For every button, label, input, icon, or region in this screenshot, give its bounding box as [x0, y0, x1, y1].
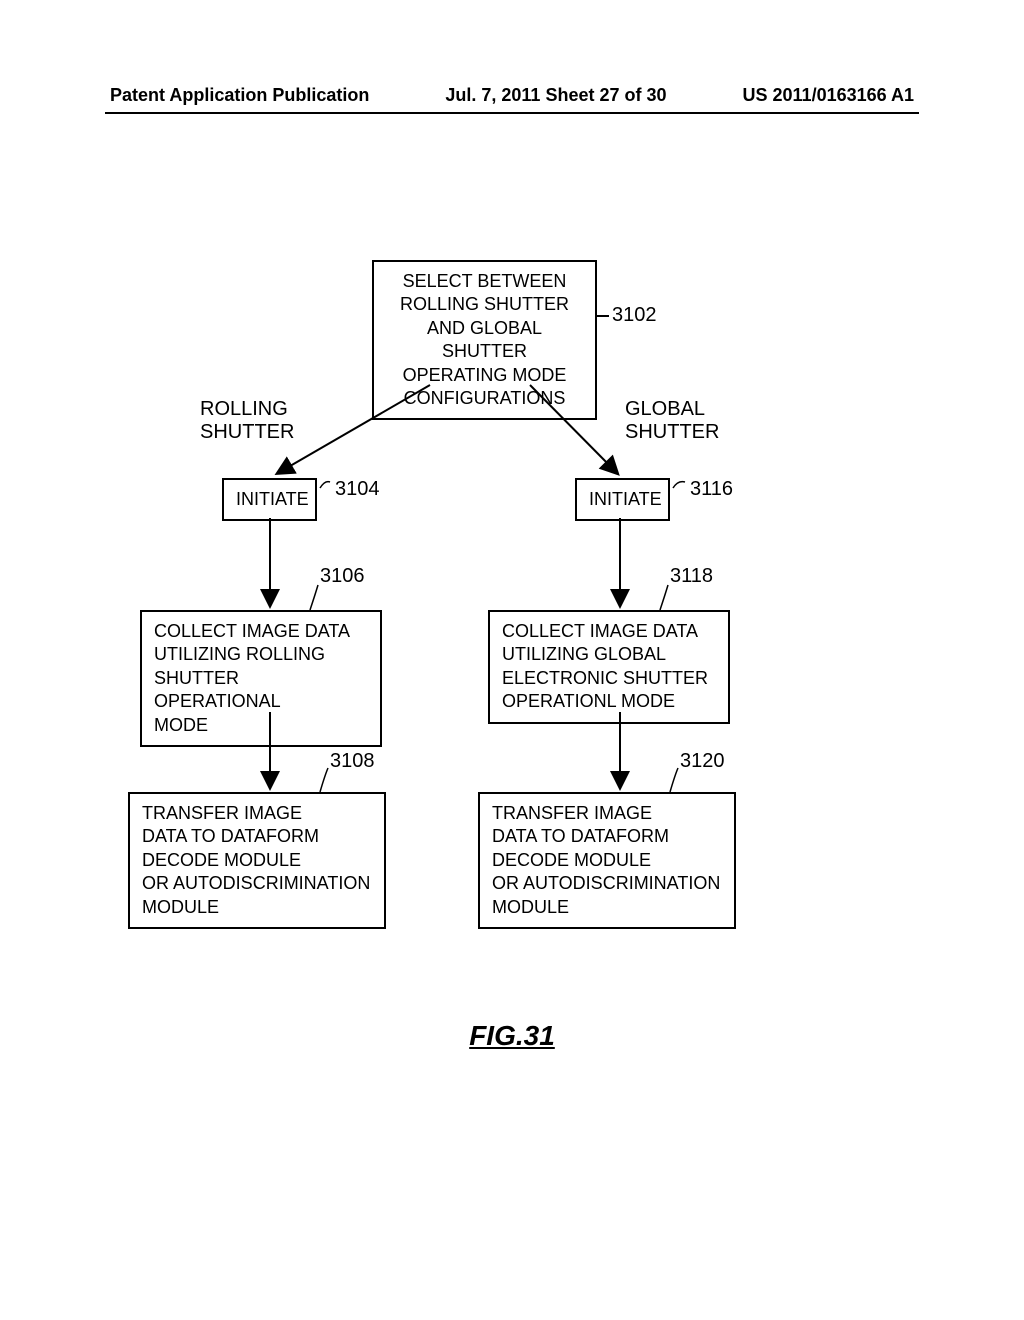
header-right: US 2011/0163166 A1	[743, 85, 914, 106]
header-center: Jul. 7, 2011 Sheet 27 of 30	[445, 85, 666, 106]
header-left: Patent Application Publication	[110, 85, 369, 106]
header-divider	[105, 112, 919, 114]
figure-label: FIG.31	[469, 1020, 555, 1052]
arrows-svg	[0, 260, 1024, 960]
